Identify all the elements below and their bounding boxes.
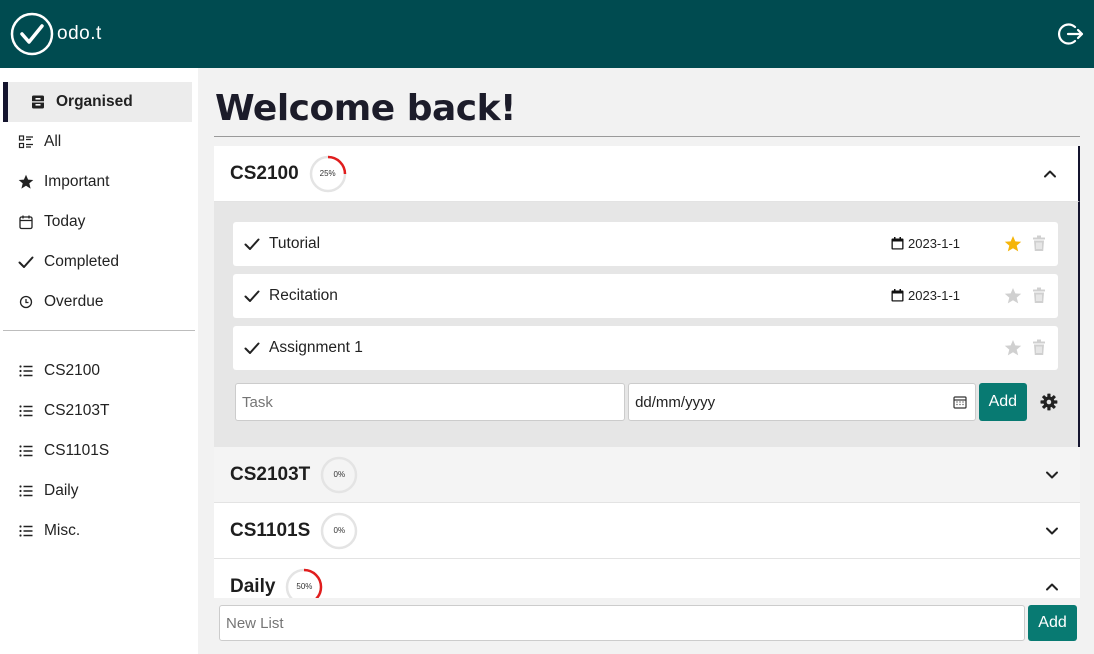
list-icon bbox=[18, 443, 34, 459]
title-divider bbox=[214, 136, 1080, 137]
task-input[interactable] bbox=[235, 383, 626, 421]
sidebar-item-label: Completed bbox=[44, 253, 119, 270]
star-icon[interactable] bbox=[1004, 287, 1022, 305]
sidebar-list-label: CS2103T bbox=[44, 402, 110, 419]
date-placeholder: dd/mm/yyyy bbox=[635, 393, 716, 411]
trash-icon[interactable] bbox=[1032, 235, 1046, 252]
sidebar-item-completed[interactable]: Completed bbox=[0, 242, 198, 282]
task-name: Recitation bbox=[269, 287, 338, 304]
progress-label: 0% bbox=[333, 525, 346, 535]
clock-icon bbox=[18, 294, 34, 310]
date-input[interactable]: dd/mm/yyyy bbox=[628, 383, 976, 421]
star-icon bbox=[18, 174, 34, 190]
task-name: Assignment 1 bbox=[269, 339, 363, 356]
sidebar-list-cs2103t[interactable]: CS2103T bbox=[0, 391, 198, 431]
new-list-add-button[interactable]: Add bbox=[1028, 605, 1077, 641]
brand-text: odo.t bbox=[57, 23, 102, 44]
calendar-icon bbox=[891, 237, 904, 250]
sidebar-item-all[interactable]: All bbox=[0, 122, 198, 162]
calendar-picker-icon[interactable] bbox=[952, 395, 967, 409]
list-name: CS2100 bbox=[230, 162, 299, 184]
sidebar: Organised All Important Today Completed … bbox=[0, 68, 198, 654]
progress-label: 25% bbox=[319, 168, 336, 178]
trash-icon[interactable] bbox=[1032, 339, 1046, 356]
trash-icon[interactable] bbox=[1032, 287, 1046, 304]
calendar-icon bbox=[891, 289, 904, 302]
progress-label: 0% bbox=[333, 469, 346, 479]
new-list-row: Add bbox=[219, 605, 1077, 641]
sidebar-divider bbox=[3, 330, 195, 331]
sidebar-item-important[interactable]: Important bbox=[0, 162, 198, 202]
check-icon bbox=[18, 254, 34, 270]
task-item[interactable]: Recitation 2023-1-1 bbox=[233, 274, 1058, 318]
task-date-text: 2023-1-1 bbox=[908, 236, 961, 251]
progress-ring: 50% bbox=[285, 568, 323, 598]
list-header-cs1101s[interactable]: CS1101S 0% bbox=[214, 503, 1080, 559]
calendar-icon bbox=[18, 214, 34, 230]
logout-icon[interactable] bbox=[1058, 21, 1084, 47]
task-lists[interactable]: CS2100 25% Tutorial 2023-1-1 Recitation … bbox=[214, 146, 1080, 598]
progress-ring: 25% bbox=[309, 155, 347, 193]
list-icon bbox=[18, 483, 34, 499]
check-circle-logo-icon bbox=[10, 12, 54, 56]
sidebar-item-label: Today bbox=[44, 213, 86, 230]
task-date-text: 2023-1-1 bbox=[908, 288, 961, 303]
new-list-input[interactable] bbox=[219, 605, 1025, 641]
progress-label: 50% bbox=[296, 581, 313, 591]
sidebar-list-daily[interactable]: Daily bbox=[0, 471, 198, 511]
check-icon[interactable] bbox=[244, 288, 260, 304]
sidebar-list-cs1101s[interactable]: CS1101S bbox=[0, 431, 198, 471]
list-name: Daily bbox=[230, 575, 276, 597]
task-name: Tutorial bbox=[269, 235, 321, 252]
top-bar: odo.t bbox=[0, 0, 1094, 68]
add-task-row: dd/mm/yyyy Add bbox=[235, 383, 1058, 421]
sidebar-item-label: Overdue bbox=[44, 293, 104, 310]
archive-icon bbox=[30, 94, 46, 110]
task-date: 2023-1-1 bbox=[891, 288, 960, 303]
check-icon[interactable] bbox=[244, 340, 260, 356]
chevron-up-icon[interactable] bbox=[1044, 579, 1060, 595]
list-body-cs2100: Tutorial 2023-1-1 Recitation 2023-1-1 As… bbox=[214, 202, 1080, 447]
list-icon bbox=[18, 403, 34, 419]
list-header-cs2103t[interactable]: CS2103T 0% bbox=[214, 447, 1080, 503]
task-item[interactable]: Assignment 1 bbox=[233, 326, 1058, 370]
list-header-daily[interactable]: Daily 50% bbox=[214, 559, 1080, 598]
list-check-icon bbox=[18, 134, 34, 150]
chevron-up-icon[interactable] bbox=[1042, 166, 1058, 182]
sidebar-list-label: Misc. bbox=[44, 522, 81, 539]
task-item[interactable]: Tutorial 2023-1-1 bbox=[233, 222, 1058, 266]
list-name: CS2103T bbox=[230, 463, 311, 485]
sidebar-list-cs2100[interactable]: CS2100 bbox=[0, 351, 198, 391]
sidebar-list-label: CS2100 bbox=[44, 362, 101, 379]
sidebar-item-today[interactable]: Today bbox=[0, 202, 198, 242]
check-icon[interactable] bbox=[244, 236, 260, 252]
gear-icon[interactable] bbox=[1040, 393, 1058, 411]
star-icon[interactable] bbox=[1004, 235, 1022, 253]
progress-ring: 0% bbox=[320, 456, 358, 494]
sidebar-item-organised[interactable]: Organised bbox=[3, 82, 192, 122]
sidebar-item-label: Important bbox=[44, 173, 110, 190]
sidebar-item-label: All bbox=[44, 133, 62, 150]
add-task-button[interactable]: Add bbox=[978, 383, 1028, 421]
list-header-cs2100[interactable]: CS2100 25% bbox=[214, 146, 1080, 202]
chevron-down-icon[interactable] bbox=[1044, 467, 1060, 483]
page-title: Welcome back! bbox=[215, 88, 516, 129]
sidebar-list-label: CS1101S bbox=[44, 442, 110, 459]
sidebar-list-label: Daily bbox=[44, 482, 79, 499]
sidebar-item-overdue[interactable]: Overdue bbox=[0, 282, 198, 322]
sidebar-item-label: Organised bbox=[56, 93, 133, 110]
task-date: 2023-1-1 bbox=[891, 236, 960, 251]
chevron-down-icon[interactable] bbox=[1044, 523, 1060, 539]
brand[interactable]: odo.t bbox=[10, 12, 102, 56]
star-icon[interactable] bbox=[1004, 339, 1022, 357]
progress-ring: 0% bbox=[320, 512, 358, 550]
main-content: Welcome back! CS2100 25% Tutorial 2023-1… bbox=[214, 68, 1080, 654]
list-icon bbox=[18, 523, 34, 539]
sidebar-list-misc[interactable]: Misc. bbox=[0, 511, 198, 551]
list-name: CS1101S bbox=[230, 519, 311, 541]
list-icon bbox=[18, 363, 34, 379]
